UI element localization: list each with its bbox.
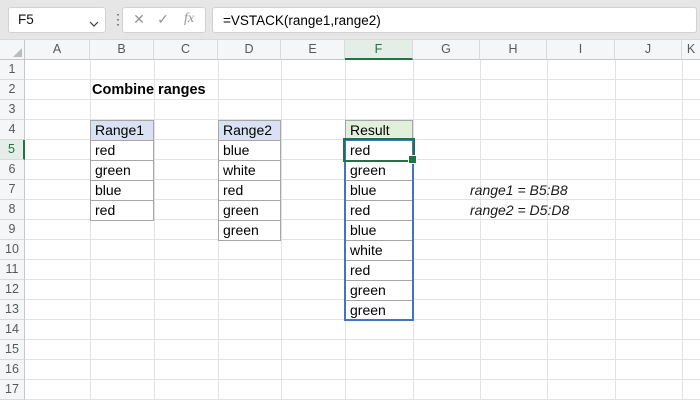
fill-handle[interactable]: [408, 155, 417, 164]
formula-text: =VSTACK(range1,range2): [223, 13, 381, 28]
chevron-down-icon[interactable]: [89, 16, 99, 27]
gridline-vertical: [413, 60, 414, 400]
cell-D8[interactable]: green: [218, 200, 281, 221]
row-header-5-selected[interactable]: 5: [0, 140, 25, 160]
row-header-13[interactable]: 13: [0, 300, 25, 320]
cell-F8[interactable]: red: [345, 200, 413, 221]
range1-header-cell[interactable]: Range1: [90, 120, 154, 141]
column-header-row: A B C D E F G H I J K: [0, 40, 700, 60]
name-box[interactable]: F5: [8, 7, 106, 33]
range2-table: Range2 blue white red green green: [218, 120, 281, 241]
column-header-k[interactable]: K: [682, 40, 700, 60]
gridline-vertical: [682, 60, 683, 400]
row-header-16[interactable]: 16: [0, 360, 25, 380]
row-header-2[interactable]: 2: [0, 80, 25, 100]
row-header-15[interactable]: 15: [0, 340, 25, 360]
cell-D5[interactable]: blue: [218, 140, 281, 161]
row-header-9[interactable]: 9: [0, 220, 25, 240]
cell-F7[interactable]: blue: [345, 180, 413, 201]
column-header-h[interactable]: H: [480, 40, 547, 60]
column-header-g[interactable]: G: [413, 40, 480, 60]
cell-B5[interactable]: red: [90, 140, 154, 161]
column-header-j[interactable]: J: [615, 40, 682, 60]
cell-F11[interactable]: red: [345, 260, 413, 281]
gridline-vertical: [547, 60, 548, 400]
gridline-vertical: [480, 60, 481, 400]
row-header-4[interactable]: 4: [0, 120, 25, 140]
cell-B6[interactable]: green: [90, 160, 154, 181]
cell-D9[interactable]: green: [218, 220, 281, 241]
cell-F13[interactable]: green: [345, 300, 413, 321]
insert-function-icon[interactable]: fx: [179, 11, 199, 27]
column-header-f-selected[interactable]: F: [345, 40, 413, 60]
select-all-triangle-icon: [13, 48, 22, 57]
gridline-vertical: [90, 60, 91, 400]
range2-header-cell[interactable]: Range2: [218, 120, 281, 141]
range1-table: Range1 red green blue red: [90, 120, 154, 221]
cell-F9[interactable]: blue: [345, 220, 413, 241]
cancel-icon[interactable]: ✕: [129, 11, 149, 28]
gridline-vertical: [615, 60, 616, 400]
column-header-a[interactable]: A: [25, 40, 90, 60]
row-header-6[interactable]: 6: [0, 160, 25, 180]
active-cell-border[interactable]: [343, 138, 417, 164]
formula-input[interactable]: =VSTACK(range1,range2): [212, 7, 697, 33]
row-header-10[interactable]: 10: [0, 240, 25, 260]
name-box-value: F5: [18, 12, 34, 27]
row-header-12[interactable]: 12: [0, 280, 25, 300]
annotation-range1[interactable]: range1 = B5:B8: [470, 180, 568, 200]
row-header-3[interactable]: 3: [0, 100, 25, 120]
cell-B7[interactable]: blue: [90, 180, 154, 201]
cell-F6[interactable]: green: [345, 160, 413, 181]
row-header-14[interactable]: 14: [0, 320, 25, 340]
row-header-8[interactable]: 8: [0, 200, 25, 220]
select-all-button[interactable]: [0, 40, 25, 60]
row-header-7[interactable]: 7: [0, 180, 25, 200]
gridline-vertical: [154, 60, 155, 400]
cell-B8[interactable]: red: [90, 200, 154, 221]
column-header-d[interactable]: D: [218, 40, 281, 60]
cell-F10[interactable]: white: [345, 240, 413, 261]
formula-bar-buttons: ✕ ✓ fx: [122, 7, 206, 33]
row-header-17[interactable]: 17: [0, 380, 25, 400]
cell-D6[interactable]: white: [218, 160, 281, 181]
column-header-e[interactable]: E: [281, 40, 345, 60]
cell-F12[interactable]: green: [345, 280, 413, 301]
column-header-c[interactable]: C: [154, 40, 218, 60]
excel-window: F5 ⋮ ✕ ✓ fx =VSTACK(range1,range2) A B C…: [0, 0, 700, 400]
gridline-vertical: [281, 60, 282, 400]
column-header-i[interactable]: I: [547, 40, 615, 60]
enter-icon[interactable]: ✓: [153, 11, 173, 28]
row-header-1[interactable]: 1: [0, 60, 25, 80]
row-header-11[interactable]: 11: [0, 260, 25, 280]
formula-bar: F5 ⋮ ✕ ✓ fx =VSTACK(range1,range2): [0, 0, 700, 40]
cell-D7[interactable]: red: [218, 180, 281, 201]
annotation-range2[interactable]: range2 = D5:D8: [470, 200, 569, 220]
column-header-b[interactable]: B: [90, 40, 154, 60]
sheet-title-cell[interactable]: Combine ranges: [92, 80, 206, 100]
